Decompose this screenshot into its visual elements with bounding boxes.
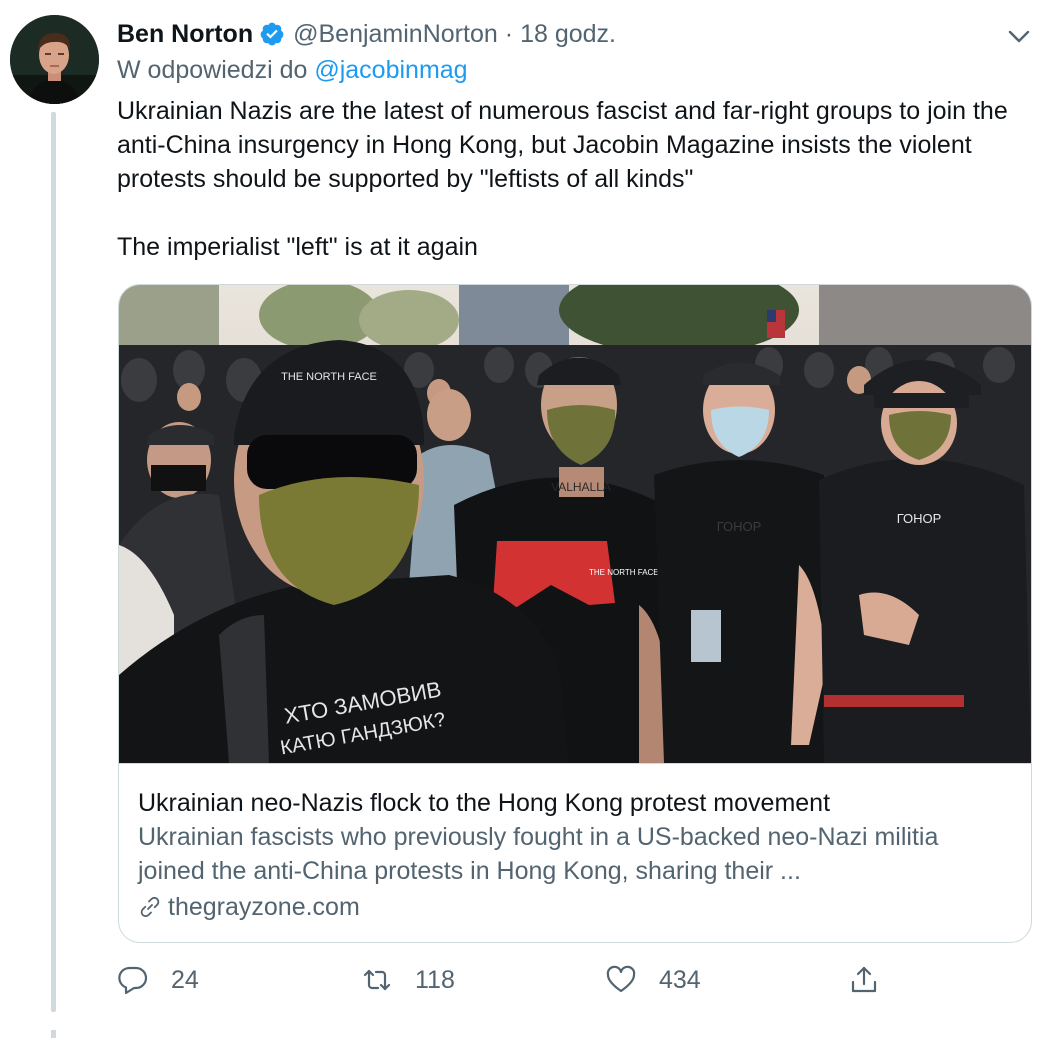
like-count: 434 <box>659 965 701 994</box>
shirt-logo-text: THE NORTH FACE <box>589 568 659 577</box>
tweet-paragraph: Ukrainian Nazis are the latest of numero… <box>117 97 1008 193</box>
card-photo[interactable]: THE NORTH FACE VALHALLA ГОНОР ГОНОР THE … <box>119 285 1031 763</box>
retweet-button[interactable]: 118 <box>361 958 455 1002</box>
reply-count: 24 <box>171 965 199 994</box>
tweet-text: Ukrainian Nazis are the latest of numero… <box>117 94 1042 264</box>
tweet-timestamp[interactable]: 18 godz. <box>520 20 616 49</box>
avatar[interactable] <box>10 15 99 104</box>
card-description: Ukrainian fascists who previously fought… <box>138 823 939 885</box>
neck-tattoo-text: VALHALLA <box>551 480 611 494</box>
tweet-paragraph: The imperialist "left" is at it again <box>117 233 478 261</box>
link-preview-card[interactable]: THE NORTH FACE VALHALLA ГОНОР ГОНОР THE … <box>118 284 1032 943</box>
share-button[interactable] <box>848 958 880 1002</box>
author-handle[interactable]: @BenjaminNorton <box>293 20 498 49</box>
thread-line <box>51 112 56 1012</box>
card-domain: thegrayzone.com <box>138 890 1012 924</box>
card-domain-text: thegrayzone.com <box>168 893 360 921</box>
card-title: Ukrainian neo-Nazis flock to the Hong Ko… <box>138 789 831 817</box>
reply-to-handle-link[interactable]: @jacobinmag <box>314 56 467 84</box>
retweet-icon <box>363 969 391 991</box>
verified-badge-icon <box>260 22 284 46</box>
retweet-count: 118 <box>415 965 455 994</box>
link-icon <box>140 896 160 918</box>
author-name[interactable]: Ben Norton <box>117 20 253 49</box>
reply-button[interactable]: 24 <box>117 958 199 1002</box>
card-info[interactable]: Ukrainian neo-Nazis flock to the Hong Ko… <box>119 763 1031 942</box>
tweet-actions: 24 118 434 <box>117 958 1017 1002</box>
chevron-down-icon[interactable] <box>1004 24 1034 48</box>
chest-text-center: ГОНОР <box>717 519 762 534</box>
avatar-image <box>10 15 99 104</box>
like-icon <box>606 965 636 993</box>
thread-line-continuation <box>51 1030 56 1038</box>
like-button[interactable]: 434 <box>605 958 701 1002</box>
share-icon <box>851 966 877 993</box>
header-separator: · <box>504 19 514 48</box>
reply-prefix: W odpowiedzi do <box>117 56 308 84</box>
cap-logo-text: THE NORTH FACE <box>281 371 377 383</box>
tweet-header: Ben Norton @BenjaminNorton · 18 godz. <box>117 16 616 52</box>
chest-text-right: ГОНОР <box>897 511 942 526</box>
reply-context: W odpowiedzi do @jacobinmag <box>117 56 468 85</box>
reply-icon <box>118 966 148 995</box>
